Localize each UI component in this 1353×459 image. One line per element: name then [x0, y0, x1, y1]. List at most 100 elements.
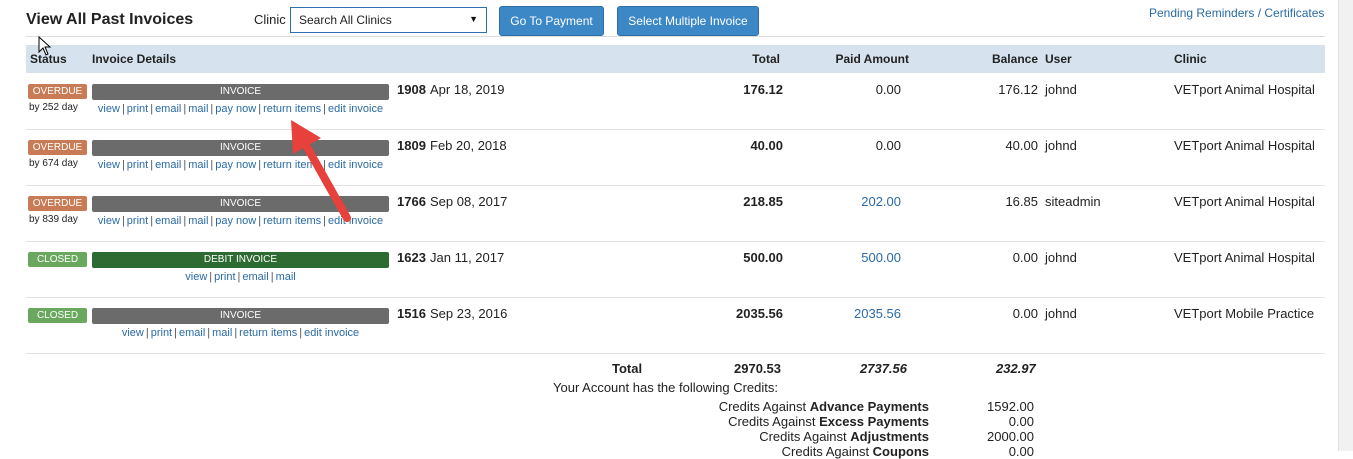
action-separator: |	[183, 103, 187, 115]
action-separator: |	[210, 159, 214, 171]
invoice-balance: 176.12	[998, 82, 1038, 97]
invoice-paid-amount[interactable]: 500.00	[861, 250, 901, 265]
return-items-link[interactable]: return items	[263, 103, 321, 115]
action-separator: |	[207, 327, 211, 339]
invoice-total: 40.00	[750, 138, 783, 153]
invoice-date: Jan 11, 2017	[430, 250, 505, 265]
invoice-type-bar: DEBIT INVOICE	[92, 252, 389, 268]
print-link[interactable]: print	[127, 103, 148, 115]
credits-heading: Your Account has the following Credits:	[553, 380, 778, 395]
table-row: OVERDUE by 674 day INVOICE view | print | email…	[26, 130, 1325, 186]
credit-amount: 2000.00	[987, 429, 1034, 444]
mail-link[interactable]: mail	[188, 103, 208, 115]
invoice-paid-amount: 0.00	[875, 138, 901, 153]
invoice-user: siteadmin	[1045, 194, 1101, 209]
table-row: CLOSED INVOICE view | print | email | mail | retur…	[26, 298, 1325, 354]
invoice-date: Sep 08, 2017	[430, 194, 508, 209]
invoice-number: 1516	[397, 306, 426, 321]
print-link[interactable]: print	[127, 159, 148, 171]
credit-type: Coupons	[872, 444, 929, 459]
print-link[interactable]: print	[214, 271, 235, 283]
mail-link[interactable]: mail	[188, 215, 208, 227]
totals-label: Total	[612, 361, 643, 376]
email-link[interactable]: email	[242, 271, 268, 283]
column-header-clinic: Clinic	[1174, 52, 1207, 66]
action-separator: |	[183, 215, 187, 227]
return-items-link[interactable]: return items	[239, 327, 297, 339]
action-separator: |	[121, 215, 125, 227]
invoice-total: 218.85	[743, 194, 783, 209]
mail-link[interactable]: mail	[212, 327, 232, 339]
vertical-scrollbar[interactable]	[1338, 0, 1353, 451]
email-link[interactable]: email	[155, 103, 181, 115]
invoice-clinic: VETport Animal Hospital	[1174, 250, 1315, 265]
view-link[interactable]: view	[98, 159, 120, 171]
invoice-date: Feb 20, 2018	[430, 138, 507, 153]
table-row: CLOSED DEBIT INVOICE view | print | email | mail…	[26, 242, 1325, 298]
invoice-number: 1623	[397, 250, 426, 265]
credit-prefix: Credits Against	[728, 414, 820, 429]
totals-total: 2970.53	[734, 361, 781, 376]
caret-down-icon: ▼	[469, 14, 478, 24]
invoice-clinic: VETport Animal Hospital	[1174, 138, 1315, 153]
action-separator: |	[183, 159, 187, 171]
action-separator: |	[258, 215, 262, 227]
column-header-balance: Balance	[991, 52, 1038, 66]
column-header-user: User	[1045, 52, 1072, 66]
view-link[interactable]: view	[185, 271, 207, 283]
go-to-payment-button[interactable]: Go To Payment	[499, 6, 604, 36]
mail-link[interactable]: mail	[276, 271, 296, 283]
invoice-number: 1766	[397, 194, 426, 209]
invoice-number: 1908	[397, 82, 426, 97]
credit-type: Adjustments	[850, 429, 929, 444]
pay-now-link[interactable]: pay now	[215, 159, 256, 171]
mail-link[interactable]: mail	[188, 159, 208, 171]
action-separator: |	[234, 327, 238, 339]
print-link[interactable]: print	[151, 327, 172, 339]
invoice-total: 2035.56	[736, 306, 783, 321]
clinic-label: Clinic	[254, 12, 286, 27]
status-badge: OVERDUE	[28, 140, 87, 155]
print-link[interactable]: print	[127, 215, 148, 227]
credit-type: Advance Payments	[809, 399, 929, 414]
divider	[26, 36, 1325, 37]
view-link[interactable]: view	[122, 327, 144, 339]
action-separator: |	[299, 327, 303, 339]
status-badge: CLOSED	[28, 252, 87, 267]
red-arrow-icon	[291, 120, 351, 222]
credit-amount: 1592.00	[987, 399, 1034, 414]
edit-invoice-link[interactable]: edit invoice	[328, 103, 383, 115]
view-link[interactable]: view	[98, 103, 120, 115]
pay-now-link[interactable]: pay now	[215, 103, 256, 115]
credit-line: Credits Against Coupons	[560, 444, 929, 459]
select-multiple-invoice-button[interactable]: Select Multiple Invoice	[617, 6, 759, 36]
invoice-actions: view | print | email | mail | pay now | return ite…	[92, 103, 389, 115]
view-link[interactable]: view	[98, 215, 120, 227]
invoice-balance: 0.00	[1012, 250, 1038, 265]
action-separator: |	[258, 159, 262, 171]
action-separator: |	[174, 327, 177, 339]
clinic-select[interactable]: Search All Clinics ▼	[290, 7, 487, 33]
invoice-paid-amount[interactable]: 202.00	[861, 194, 901, 209]
invoice-paid-amount: 0.00	[875, 82, 901, 97]
email-link[interactable]: email	[155, 159, 181, 171]
action-separator: |	[150, 215, 154, 227]
invoice-user: johnd	[1045, 250, 1077, 265]
invoice-type-bar: INVOICE	[92, 308, 389, 324]
invoice-balance: 0.00	[1012, 306, 1038, 321]
action-separator: |	[323, 103, 327, 115]
pending-reminders-link[interactable]: Pending Reminders / Certificates	[1149, 6, 1324, 20]
email-link[interactable]: email	[179, 327, 205, 339]
email-link[interactable]: email	[155, 215, 181, 227]
action-separator: |	[145, 327, 149, 339]
pay-now-link[interactable]: pay now	[215, 215, 256, 227]
invoice-date: Sep 23, 2016	[430, 306, 508, 321]
action-separator: |	[210, 215, 214, 227]
action-separator: |	[258, 103, 262, 115]
page-title: View All Past Invoices	[26, 11, 194, 28]
invoice-user: johnd	[1045, 306, 1077, 321]
action-separator: |	[237, 271, 241, 283]
edit-invoice-link[interactable]: edit invoice	[304, 327, 359, 339]
invoice-paid-amount[interactable]: 2035.56	[854, 306, 901, 321]
invoice-balance: 16.85	[1005, 194, 1038, 209]
